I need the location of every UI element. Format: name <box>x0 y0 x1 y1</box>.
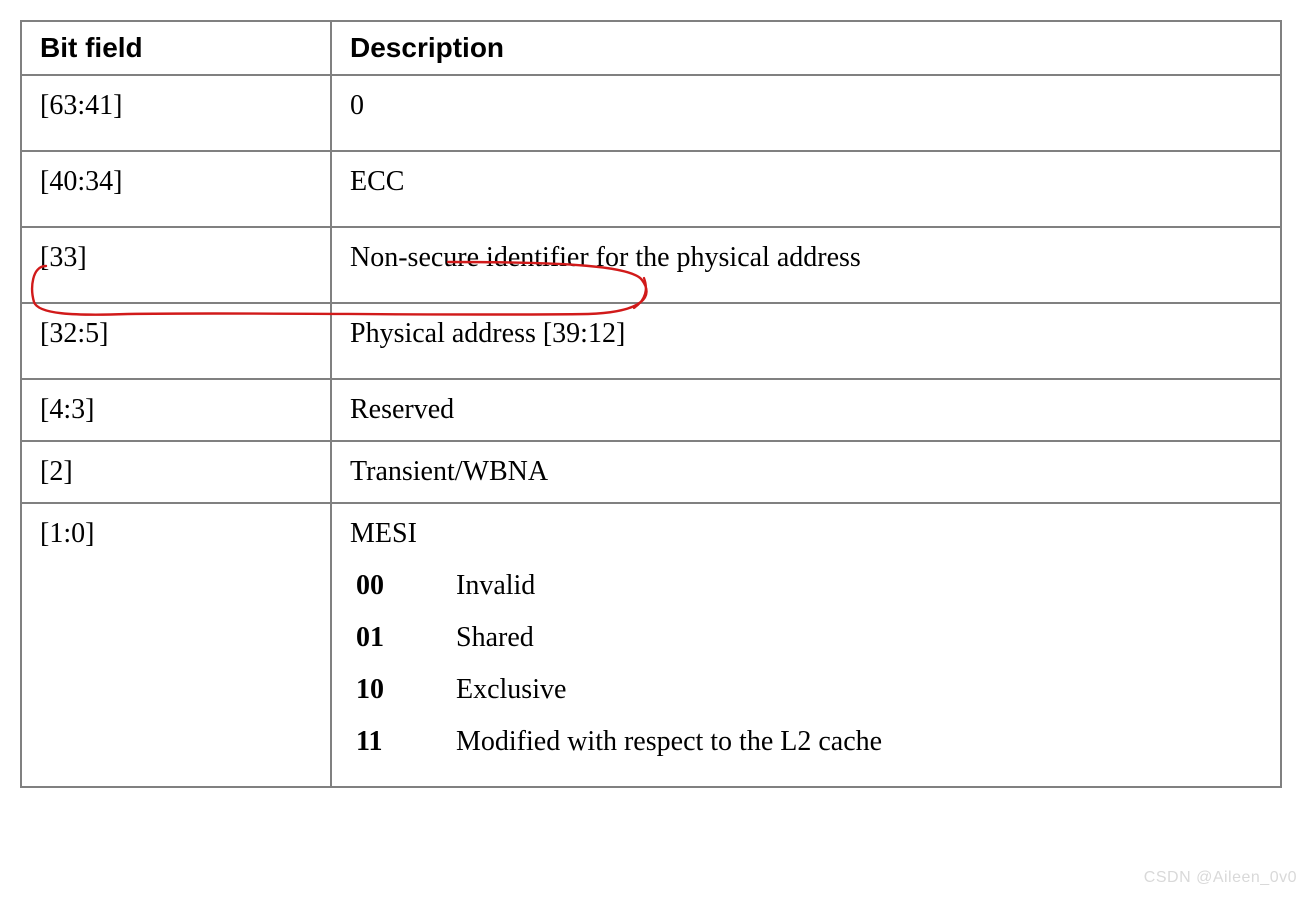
mesi-code: 11 <box>356 726 404 758</box>
mesi-entry: 11 Modified with respect to the L2 cache <box>350 726 1262 758</box>
table-row: [1:0] MESI 00 Invalid 01 Shared 10 Exclu… <box>21 503 1281 787</box>
bit-field-cell: [2] <box>21 441 331 503</box>
table-row: [33] Non-secure identifier for the physi… <box>21 227 1281 303</box>
description-cell: Physical address [39:12] <box>331 303 1281 379</box>
mesi-label: Invalid <box>456 570 535 602</box>
bit-field-cell: [63:41] <box>21 75 331 151</box>
mesi-label: Exclusive <box>456 674 566 706</box>
description-cell: Reserved <box>331 379 1281 441</box>
mesi-code: 10 <box>356 674 404 706</box>
bitfield-table: Bit field Description [63:41] 0 [40:34] … <box>20 20 1282 788</box>
watermark-text: CSDN @Aileen_0v0 <box>1144 869 1297 887</box>
bit-field-cell: [32:5] <box>21 303 331 379</box>
table-row: [63:41] 0 <box>21 75 1281 151</box>
table-header-row: Bit field Description <box>21 21 1281 75</box>
header-description: Description <box>331 21 1281 75</box>
description-cell: ECC <box>331 151 1281 227</box>
table-row: [4:3] Reserved <box>21 379 1281 441</box>
bit-field-cell: [4:3] <box>21 379 331 441</box>
mesi-label: Modified with respect to the L2 cache <box>456 726 882 758</box>
description-cell: 0 <box>331 75 1281 151</box>
mesi-code: 01 <box>356 622 404 654</box>
table-row: [40:34] ECC <box>21 151 1281 227</box>
mesi-code: 00 <box>356 570 404 602</box>
table-row: [2] Transient/WBNA <box>21 441 1281 503</box>
mesi-label: Shared <box>456 622 534 654</box>
description-cell: Non-secure identifier for the physical a… <box>331 227 1281 303</box>
table-row: [32:5] Physical address [39:12] <box>21 303 1281 379</box>
bit-field-cell: [40:34] <box>21 151 331 227</box>
description-cell: Transient/WBNA <box>331 441 1281 503</box>
bit-field-cell: [33] <box>21 227 331 303</box>
header-bit-field: Bit field <box>21 21 331 75</box>
mesi-entry: 01 Shared <box>350 622 1262 654</box>
mesi-entry: 10 Exclusive <box>350 674 1262 706</box>
mesi-title: MESI <box>350 518 1262 550</box>
mesi-entry: 00 Invalid <box>350 570 1262 602</box>
bit-field-cell: [1:0] <box>21 503 331 787</box>
description-cell: MESI 00 Invalid 01 Shared 10 Exclusive <box>331 503 1281 787</box>
